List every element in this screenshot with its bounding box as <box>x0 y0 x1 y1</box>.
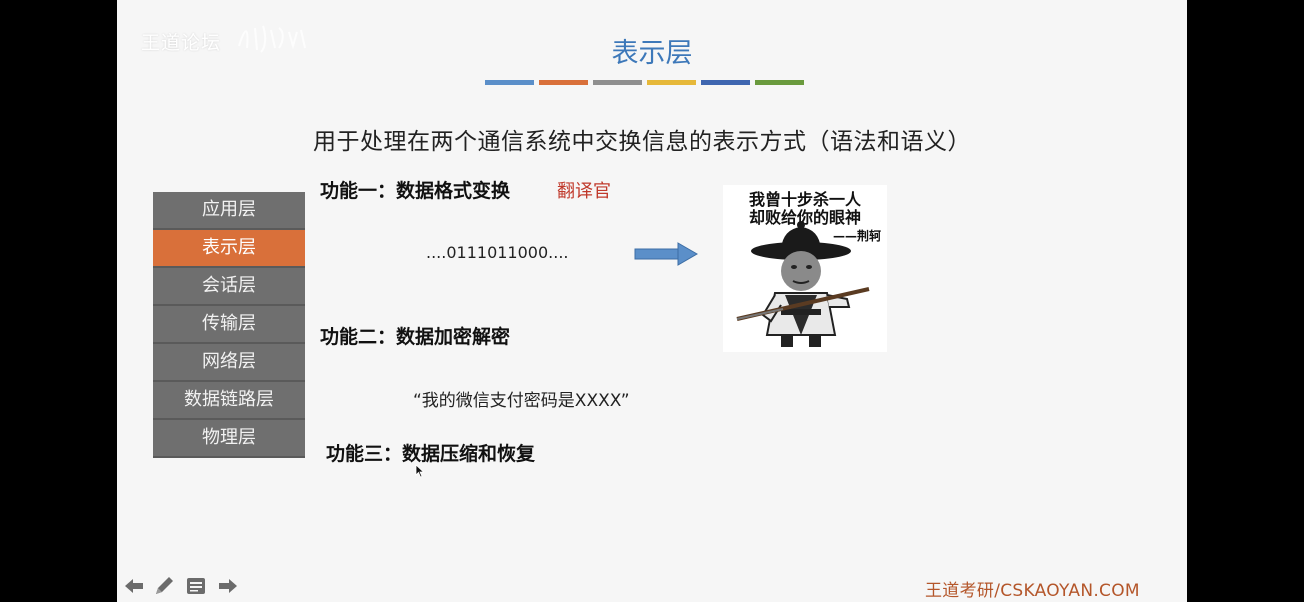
layer-physical: 物理层 <box>153 420 305 458</box>
back-arrow-icon[interactable] <box>122 574 146 598</box>
meme-image: 我曾十步杀一人 却败给你的眼神 ——荆轲 <box>723 185 887 352</box>
slide: 王道论坛 表示层 用于处理在两个通信系统中交换信息的表示方式（语法和语义） 应用… <box>117 0 1187 602</box>
footer-brand: 王道考研/CSKAOYAN.COM <box>925 581 1140 601</box>
bit-string: ....0111011000.... <box>426 243 569 262</box>
pen-icon[interactable] <box>152 574 176 598</box>
menu-icon[interactable] <box>184 574 208 598</box>
layer-presentation: 表示层 <box>153 230 305 268</box>
stripe-5 <box>701 80 750 85</box>
slide-title: 表示层 <box>611 38 693 69</box>
layer-transport: 传输层 <box>153 306 305 344</box>
layer-data-link: 数据链路层 <box>153 382 305 420</box>
stripe-4 <box>647 80 696 85</box>
translator-note: 翻译官 <box>557 181 611 202</box>
stripe-1 <box>485 80 534 85</box>
color-stripes <box>485 80 805 86</box>
layer-application: 应用层 <box>153 192 305 230</box>
layer-session: 会话层 <box>153 268 305 306</box>
osi-layer-stack: 应用层 表示层 会话层 传输层 网络层 数据链路层 物理层 <box>153 192 305 458</box>
function-one-heading: 功能一：数据格式变换 <box>320 180 511 202</box>
stripe-2 <box>539 80 588 85</box>
forward-arrow-icon[interactable] <box>216 574 240 598</box>
encryption-example: “我的微信支付密码是XXXX” <box>413 391 630 411</box>
layer-network: 网络层 <box>153 344 305 382</box>
function-two-heading: 功能二：数据加密解密 <box>320 326 511 348</box>
function-three-heading: 功能三：数据压缩和恢复 <box>326 443 536 465</box>
swordsman-figure <box>736 221 870 347</box>
mouse-cursor-icon <box>415 464 425 478</box>
slide-subtitle: 用于处理在两个通信系统中交换信息的表示方式（语法和语义） <box>313 129 971 155</box>
stripe-3 <box>593 80 642 85</box>
right-arrow-icon <box>634 242 698 266</box>
stripe-6 <box>755 80 804 85</box>
